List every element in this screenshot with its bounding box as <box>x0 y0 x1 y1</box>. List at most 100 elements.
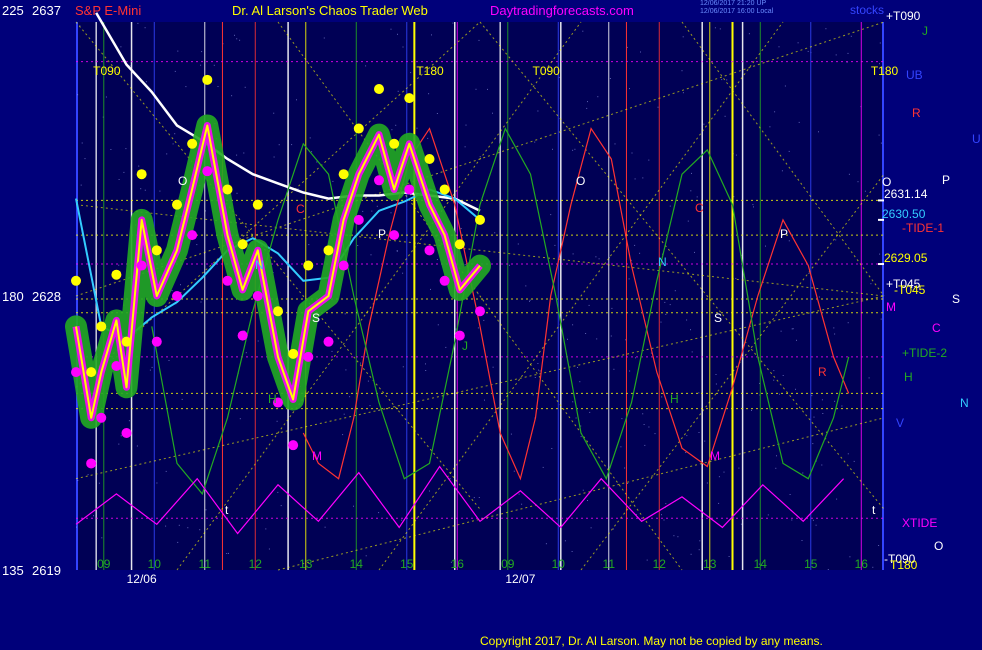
background-dot <box>872 566 874 568</box>
background-dot <box>718 476 720 478</box>
background-dot <box>587 500 588 501</box>
background-dot <box>391 129 393 131</box>
hour-tick-label: 15 <box>804 557 818 571</box>
price-low-point <box>475 306 485 317</box>
background-dot <box>669 304 671 306</box>
background-dot <box>140 188 142 190</box>
background-dot <box>257 340 259 342</box>
price-high-point <box>237 239 248 250</box>
background-dot <box>835 54 837 56</box>
price-low-point <box>323 336 334 347</box>
background-dot <box>644 444 646 446</box>
background-dot <box>627 483 629 484</box>
background-dot <box>807 50 809 52</box>
background-dot <box>848 173 850 175</box>
background-dot <box>397 90 399 92</box>
background-dot <box>550 214 552 216</box>
background-dot <box>460 228 462 229</box>
background-dot <box>136 445 138 447</box>
background-dot <box>172 143 174 145</box>
background-dot <box>682 36 684 38</box>
background-dot <box>776 455 777 457</box>
background-dot <box>718 502 720 504</box>
background-dot <box>416 127 418 129</box>
background-dot <box>369 405 371 407</box>
background-dot <box>477 327 479 329</box>
background-dot <box>572 401 574 403</box>
background-dot <box>98 482 100 484</box>
background-dot <box>291 144 293 146</box>
background-dot <box>228 552 229 554</box>
background-dot <box>331 350 333 352</box>
planet-label: O <box>576 174 585 188</box>
background-dot <box>365 555 367 557</box>
hour-tick-label: 11 <box>199 557 212 571</box>
background-dot <box>479 156 481 158</box>
background-dot <box>698 392 700 394</box>
background-dot <box>765 245 766 247</box>
y-scale-label: 180 <box>2 289 24 304</box>
background-dot <box>118 179 120 180</box>
background-dot <box>138 165 140 167</box>
right-label: N <box>960 396 969 410</box>
background-dot <box>681 70 683 72</box>
y-price-label: 2619 <box>32 563 61 578</box>
background-dot <box>357 245 359 246</box>
hour-tick-label: 13 <box>703 557 717 571</box>
background-dot <box>582 489 584 491</box>
background-dot <box>596 338 598 340</box>
background-dot <box>402 366 404 368</box>
background-dot <box>105 96 107 98</box>
price-low-point <box>288 440 299 451</box>
price-high-point <box>273 306 283 317</box>
background-dot <box>791 519 793 521</box>
background-dot <box>542 466 544 468</box>
planet-label: P <box>780 227 788 241</box>
background-dot <box>510 433 512 435</box>
right-label: C <box>932 321 941 335</box>
background-dot <box>118 443 120 445</box>
background-dot <box>661 396 663 398</box>
background-dot <box>677 536 679 538</box>
background-dot <box>795 388 796 390</box>
background-dot <box>791 328 793 330</box>
background-dot <box>880 142 882 144</box>
price-high-point <box>151 245 162 256</box>
background-dot <box>178 524 180 526</box>
background-dot <box>437 324 439 326</box>
price-low-point <box>439 275 450 286</box>
background-dot <box>753 206 754 208</box>
background-dot <box>797 42 799 44</box>
price-high-point <box>111 269 122 280</box>
background-dot <box>631 152 633 154</box>
background-dot <box>724 115 726 117</box>
background-dot <box>554 244 556 246</box>
background-dot <box>390 212 392 214</box>
price-high-point <box>252 199 263 210</box>
background-dot <box>815 524 817 526</box>
background-dot <box>833 327 835 329</box>
background-dot <box>740 523 742 525</box>
background-dot <box>773 379 775 381</box>
background-dot <box>77 480 79 481</box>
background-dot <box>378 512 380 514</box>
background-dot <box>574 148 576 150</box>
background-dot <box>580 436 582 438</box>
background-dot <box>609 78 611 79</box>
background-dot <box>723 471 725 473</box>
planet-label: P <box>378 227 386 241</box>
background-dot <box>715 383 717 385</box>
background-dot <box>552 148 553 150</box>
background-dot <box>534 141 536 143</box>
background-dot <box>782 375 784 376</box>
price-high-point <box>404 93 415 104</box>
background-dot <box>691 351 693 353</box>
background-dot <box>464 146 466 148</box>
background-dot <box>144 189 146 191</box>
price-high-point <box>222 184 233 195</box>
background-dot <box>665 313 667 315</box>
background-dot <box>149 369 151 371</box>
background-dot <box>343 413 345 415</box>
background-dot <box>429 490 430 492</box>
date-label: 12/07 <box>505 572 535 586</box>
